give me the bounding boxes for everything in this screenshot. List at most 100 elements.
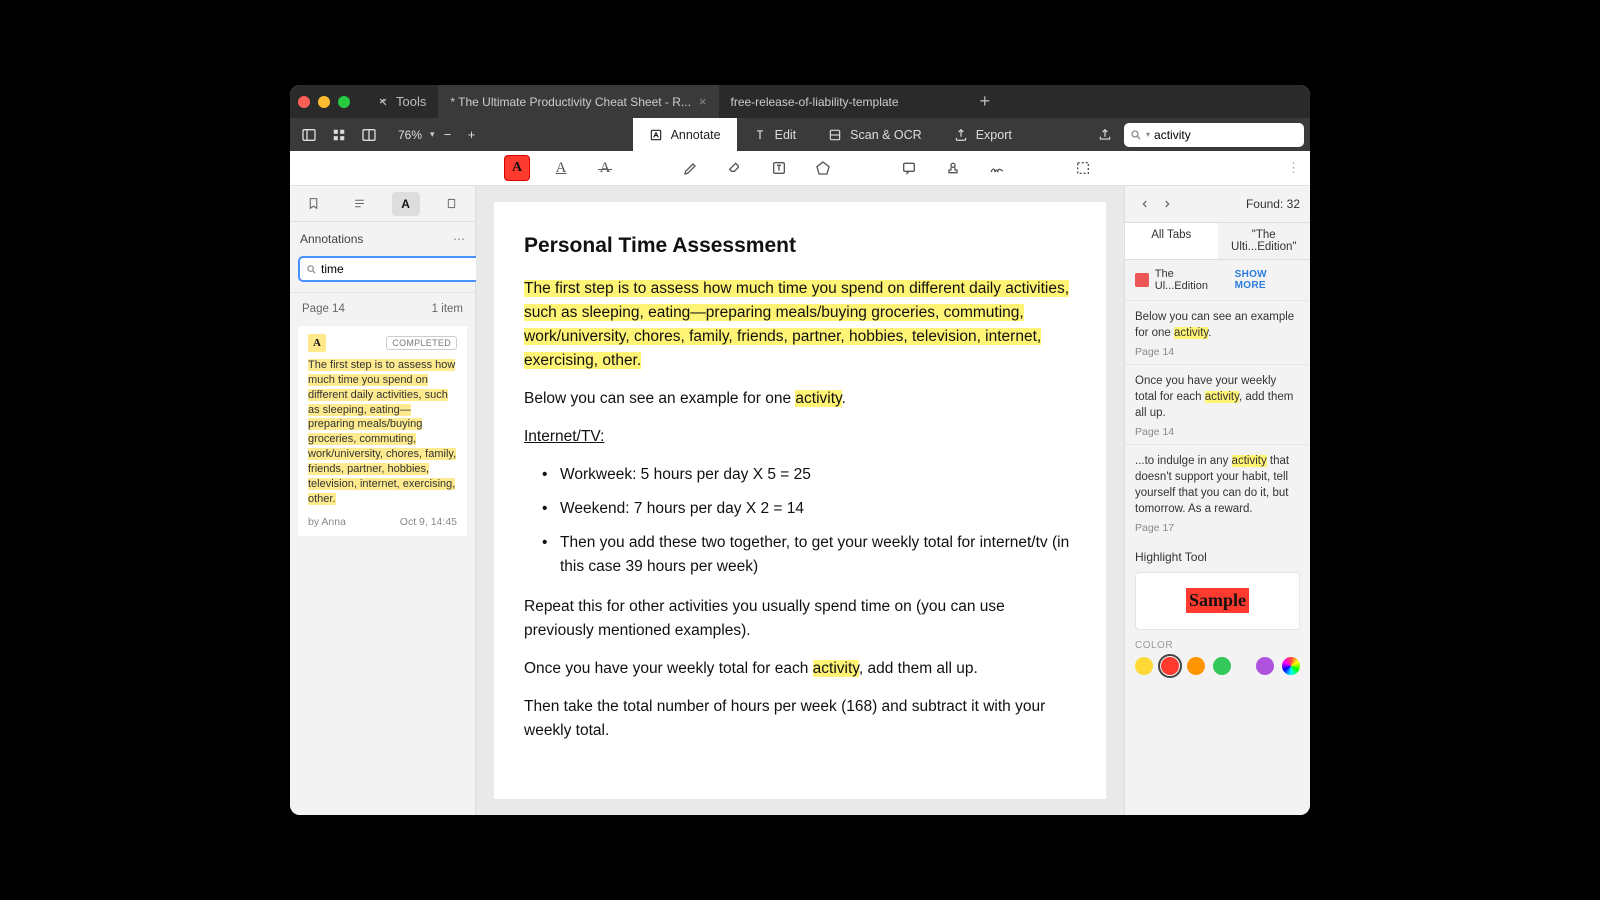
chevron-down-icon[interactable]: ▾ [1146,130,1150,139]
body-text: Once you have your weekly total for each… [524,657,1076,681]
mode-scan[interactable]: Scan & OCR [812,118,938,151]
outline-tab[interactable] [345,192,373,216]
highlight-tool-panel: Highlight Tool Sample COLOR [1125,540,1310,685]
select-tool-button[interactable] [1070,155,1096,181]
search-icon [1130,129,1142,141]
document-tab-active[interactable]: * The Ultimate Productivity Cheat Sheet … [438,85,718,118]
search-match: activity [1174,327,1208,339]
body-text: Below you can see an example for one act… [524,387,1076,411]
bookmarks-tab[interactable] [299,192,327,216]
tab-label: * The Ultimate Productivity Cheat Sheet … [450,95,691,109]
tab-label: free-release-of-liability-template [731,95,899,109]
annotation-search[interactable]: ⓧ [298,256,501,282]
next-result-button[interactable] [1157,194,1177,214]
search-scope-all[interactable]: All Tabs [1125,222,1218,259]
mode-label: Export [976,128,1012,142]
search-match: activity [1205,391,1239,403]
signature-tool-button[interactable] [984,155,1010,181]
zoom-control: 76% ▾ − + [392,124,483,146]
app-window: Tools * The Ultimate Productivity Cheat … [290,85,1310,815]
document-viewport[interactable]: Personal Time Assessment The first step … [476,186,1124,815]
show-more-button[interactable]: SHOW MORE [1235,269,1300,291]
window-minimize-button[interactable] [318,96,330,108]
shape-tool-button[interactable] [810,155,836,181]
page-label: Page 14 [302,303,345,315]
document-tab[interactable]: free-release-of-liability-template [719,85,911,118]
color-swatch-green[interactable] [1213,657,1231,675]
mode-edit[interactable]: Edit [737,118,813,151]
color-picker-button[interactable] [1282,657,1300,675]
main-toolbar: 76% ▾ − + Annotate Edit Scan & OCR Expor… [290,118,1310,151]
titlebar: Tools * The Ultimate Productivity Cheat … [290,85,1310,118]
color-swatch-yellow[interactable] [1135,657,1153,675]
color-swatch-red[interactable] [1161,657,1179,675]
panel-title: Annotations [300,232,363,246]
highlight-tool-button[interactable]: A [504,155,530,181]
result-source[interactable]: The Ul...Edition SHOW MORE [1125,260,1310,300]
window-close-button[interactable] [298,96,310,108]
global-search[interactable]: ▾ ⓧ [1124,123,1304,147]
search-results-panel: Found: 32 All Tabs "The Ulti...Edition" … [1124,186,1310,815]
panel-menu-button[interactable]: ⋯ [453,232,465,246]
annotation-author: by Anna [308,516,346,528]
pen-tool-button[interactable] [678,155,704,181]
stamp-tool-button[interactable] [940,155,966,181]
result-page: Page 14 [1135,345,1300,360]
highlight-preview: Sample [1135,572,1300,630]
thumbnails-tab[interactable] [438,192,466,216]
search-match: activity [795,390,841,407]
status-badge: COMPLETED [386,336,457,350]
tools-label: Tools [396,94,426,109]
highlight-tool-title: Highlight Tool [1135,550,1300,564]
annotations-tab[interactable]: A [392,192,420,216]
mode-label: Scan & OCR [850,128,922,142]
scan-icon [828,128,842,142]
prev-result-button[interactable] [1135,194,1155,214]
zoom-in-button[interactable]: + [461,124,483,146]
underline-tool-button[interactable]: A [548,155,574,181]
source-name: The Ul...Edition [1155,268,1229,292]
search-result[interactable]: Below you can see an example for one act… [1125,300,1310,364]
mode-tabs: Annotate Edit Scan & OCR Export [633,118,1028,151]
annotation-item[interactable]: A COMPLETED The first step is to assess … [298,325,467,536]
list-item: Workweek: 5 hours per day X 5 = 25 [542,463,1076,487]
search-scope-doc[interactable]: "The Ulti...Edition" [1218,222,1311,259]
sample-text: Sample [1186,588,1249,613]
share-button[interactable] [1092,122,1118,148]
annotation-search-input[interactable] [321,262,476,276]
search-match: activity [1232,455,1267,467]
view-split-button[interactable] [356,122,382,148]
result-page: Page 17 [1135,521,1300,536]
color-swatch-orange[interactable] [1187,657,1205,675]
mode-export[interactable]: Export [938,118,1028,151]
body-text: Repeat this for other activities you usu… [524,595,1076,643]
highlighted-text[interactable]: The first step is to assess how much tim… [524,280,1069,369]
zoom-level[interactable]: 76% [392,128,428,142]
zoom-out-button[interactable]: − [437,124,459,146]
sidebar-toggle-button[interactable] [296,122,322,148]
list-item: Weekend: 7 hours per day X 2 = 14 [542,497,1076,521]
close-icon[interactable]: × [699,94,707,109]
text-tool-button[interactable] [766,155,792,181]
color-swatch-purple[interactable] [1256,657,1274,675]
edit-icon [753,128,767,142]
search-input[interactable] [1154,128,1309,142]
new-tab-button[interactable]: + [967,91,1002,112]
mode-label: Edit [775,128,797,142]
view-grid-button[interactable] [326,122,352,148]
color-section-label: COLOR [1135,640,1300,651]
color-palette [1135,657,1300,675]
search-result[interactable]: ...to indulge in any activity that doesn… [1125,444,1310,540]
export-icon [954,128,968,142]
search-match: activity [813,660,859,677]
chevron-down-icon[interactable]: ▾ [430,129,435,140]
drag-handle-icon[interactable]: ⋮ [1287,160,1300,176]
search-result[interactable]: Once you have your weekly total for each… [1125,364,1310,444]
results-count: Found: 32 [1246,197,1300,211]
mode-annotate[interactable]: Annotate [633,118,737,151]
strikethrough-tool-button[interactable]: A [592,155,618,181]
note-tool-button[interactable] [896,155,922,181]
window-zoom-button[interactable] [338,96,350,108]
eraser-tool-button[interactable] [722,155,748,181]
tools-menu[interactable]: Tools [376,94,426,109]
